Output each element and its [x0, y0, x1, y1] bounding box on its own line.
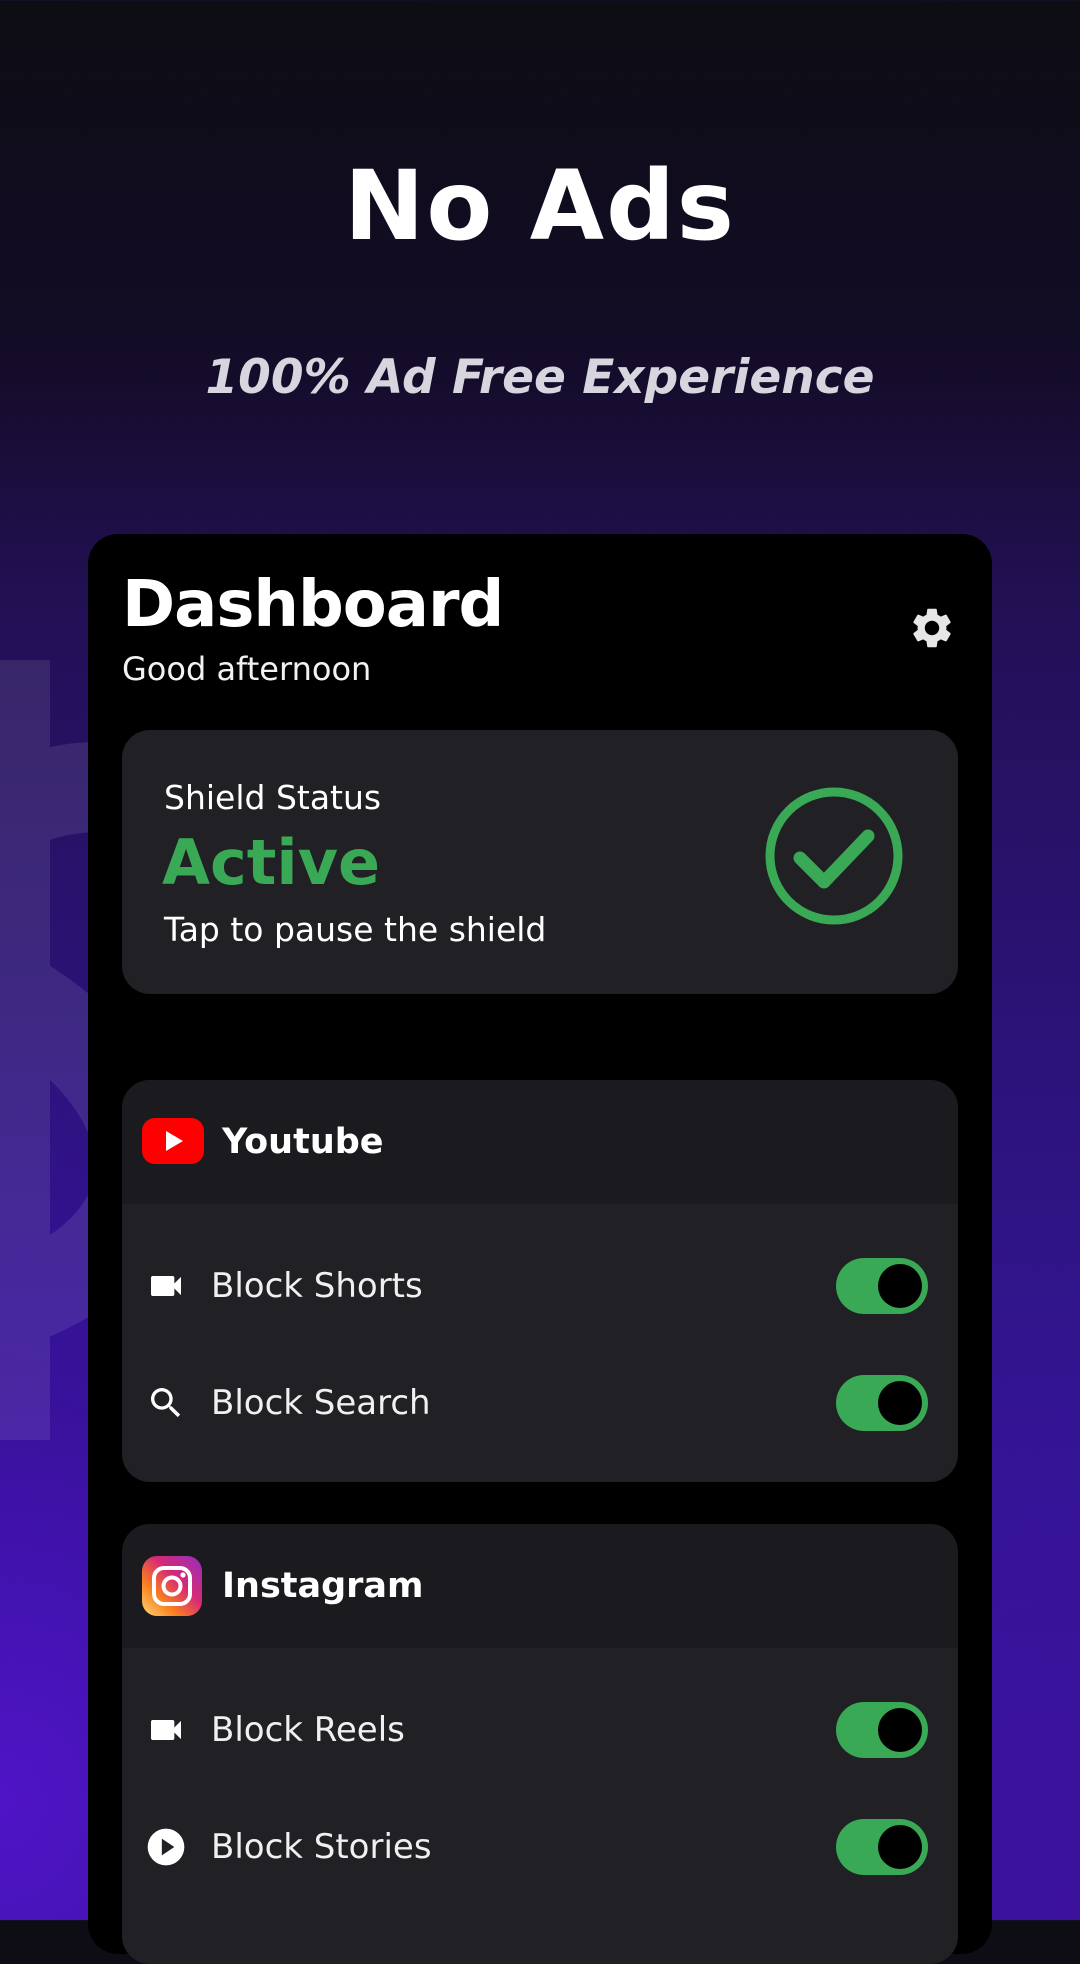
instagram-card: Instagram Block Reels Block Stories: [122, 1524, 958, 1964]
search-icon: [151, 1388, 181, 1418]
gear-icon: [913, 608, 951, 648]
toggle-knob: [878, 1825, 922, 1869]
instagram-logo-icon: [142, 1556, 202, 1616]
toggle-knob: [878, 1708, 922, 1752]
youtube-header: Youtube: [122, 1080, 958, 1204]
phone-screen: Dashboard Good afternoon Shield Status A…: [88, 534, 992, 1964]
video-camera-icon: [151, 1276, 181, 1296]
block-reels-label: Block Reels: [211, 1710, 405, 1750]
block-shorts-label: Block Shorts: [211, 1266, 423, 1306]
hero-subtitle: 100% Ad Free Experience: [205, 350, 875, 405]
hero-title: No Ads: [344, 150, 736, 262]
shield-status-card[interactable]: Shield Status Active Tap to pause the sh…: [122, 730, 958, 994]
block-stories-row: Block Stories: [122, 1797, 958, 1897]
block-reels-row: Block Reels: [122, 1680, 958, 1780]
settings-button[interactable]: [908, 604, 956, 652]
video-camera-icon: [151, 1720, 181, 1740]
toggle-knob: [878, 1264, 922, 1308]
block-stories-toggle[interactable]: [836, 1819, 928, 1875]
block-stories-label: Block Stories: [211, 1827, 432, 1867]
toggle-knob: [878, 1381, 922, 1425]
shield-hint-text: Tap to pause the shield: [164, 910, 547, 949]
youtube-card: Youtube Block Shorts Block Search: [122, 1080, 958, 1482]
play-circle-icon: [147, 1828, 185, 1866]
instagram-header: Instagram: [122, 1524, 958, 1648]
youtube-logo-icon: [142, 1118, 204, 1164]
page-title: Dashboard: [122, 568, 504, 642]
block-reels-toggle[interactable]: [836, 1702, 928, 1758]
check-circle-icon: [765, 787, 903, 925]
block-search-toggle[interactable]: [836, 1375, 928, 1431]
app-name: Instagram: [222, 1566, 424, 1606]
block-shorts-toggle[interactable]: [836, 1258, 928, 1314]
block-shorts-row: Block Shorts: [122, 1236, 958, 1336]
block-search-label: Block Search: [211, 1383, 431, 1423]
shield-status-value: Active: [162, 826, 381, 899]
app-name: Youtube: [222, 1122, 384, 1162]
block-search-row: Block Search: [122, 1353, 958, 1453]
shield-status-label: Shield Status: [164, 778, 382, 817]
greeting-text: Good afternoon: [122, 650, 372, 688]
